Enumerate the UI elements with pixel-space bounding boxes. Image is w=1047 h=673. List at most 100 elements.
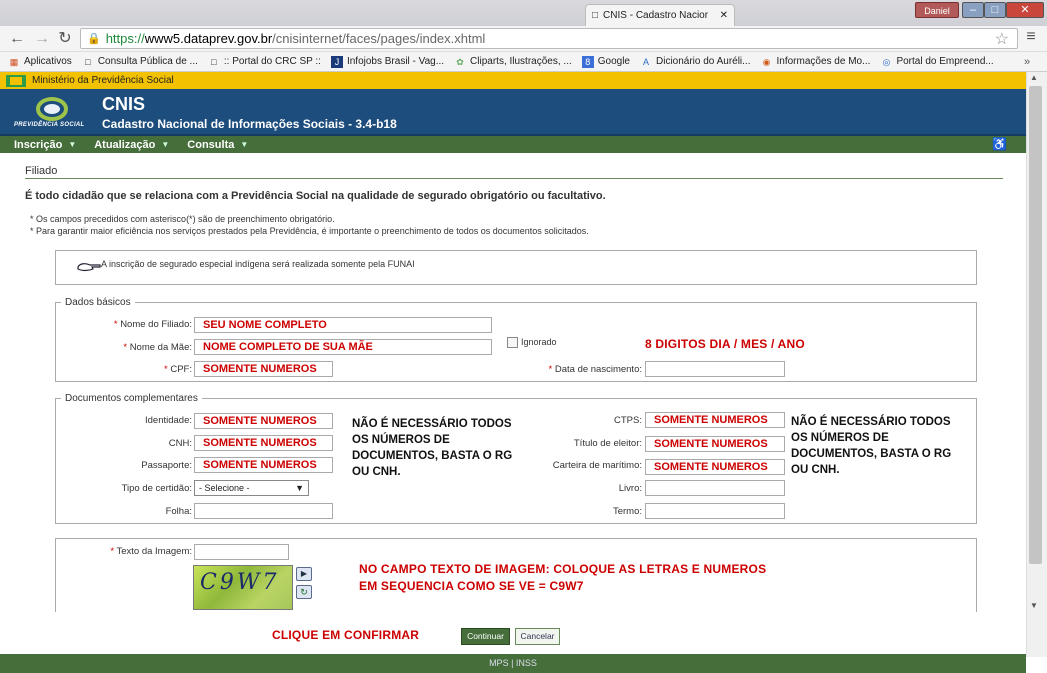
termo-label: Termo: bbox=[612, 506, 642, 517]
captcha-annotation-1: NO CAMPO TEXTO DE IMAGEM: COLOQUE AS LET… bbox=[359, 562, 767, 576]
logo-text: PREVIDÊNCIA SOCIAL bbox=[14, 122, 85, 128]
passaporte-input[interactable]: SOMENTE NUMEROS bbox=[194, 457, 333, 473]
certidao-select[interactable]: - Selecione - ▼ bbox=[194, 480, 309, 496]
documents-note: * Para garantir maior eficiência nos ser… bbox=[30, 226, 589, 236]
bookmark-star-icon[interactable]: ☆ bbox=[995, 29, 1009, 49]
basic-data-legend: Dados básicos bbox=[61, 297, 135, 308]
funai-info-text: A inscrição de segurado especial indígen… bbox=[101, 259, 415, 269]
close-window-icon[interactable]: ✕ bbox=[1006, 2, 1044, 18]
lock-icon: 🔒 bbox=[87, 33, 101, 45]
user-profile-button[interactable]: Daniel bbox=[915, 2, 959, 18]
nome-mae-input[interactable]: NOME COMPLETO DE SUA MÃE bbox=[194, 339, 492, 355]
page-icon: □ bbox=[592, 10, 599, 21]
nascimento-label: * Data de nascimento: bbox=[548, 364, 642, 375]
dropdown-arrow-icon: ▼ bbox=[295, 483, 304, 493]
accessibility-icon[interactable]: ♿ bbox=[992, 137, 1007, 151]
ministry-name: Ministério da Previdência Social bbox=[32, 75, 174, 86]
back-arrow-icon[interactable]: ← bbox=[8, 29, 26, 49]
cpf-input[interactable]: SOMENTE NUMEROS bbox=[194, 361, 333, 377]
ignorado-checkbox[interactable] bbox=[507, 337, 518, 348]
identidade-label: Identidade: bbox=[144, 415, 192, 426]
docs-annotation-right: NÃO É NECESSÁRIO TODOS OS NÚMEROS DE DOCUM… bbox=[791, 416, 952, 476]
main-menu: Inscrição ▼ Atualização ▼ Consulta ▼ bbox=[0, 136, 1026, 153]
forward-arrow-icon[interactable]: → bbox=[33, 29, 51, 49]
captcha-reload-icon[interactable]: ↻ bbox=[296, 585, 312, 599]
confirm-annotation: CLIQUE EM CONFIRMAR bbox=[272, 628, 420, 642]
scrollbar-thumb[interactable] bbox=[1029, 86, 1042, 564]
captcha-input[interactable] bbox=[194, 544, 289, 560]
intro-text: É todo cidadão que se relaciona com a Pr… bbox=[25, 190, 606, 202]
scroll-up-icon[interactable]: ▲ bbox=[1030, 73, 1038, 82]
section-divider bbox=[25, 178, 1003, 179]
bookmark-item[interactable]: J Infojobs Brasil - Vag... bbox=[330, 55, 444, 68]
bookmark-item[interactable]: ◉ Informações de Mo... bbox=[761, 56, 871, 68]
passaporte-label: Passaporte: bbox=[141, 460, 192, 471]
nome-filiado-input[interactable]: SEU NOME COMPLETO bbox=[194, 317, 492, 333]
titulo-eleitor-label: Título de eleitor: bbox=[573, 438, 642, 449]
identidade-input[interactable]: SOMENTE NUMEROS bbox=[194, 413, 333, 429]
required-note: * Os campos precedidos com asterisco(*) … bbox=[30, 214, 335, 224]
browser-tab[interactable]: □ CNIS - Cadastro Nacior ✕ bbox=[585, 4, 735, 26]
cpf-label: * CPF: bbox=[164, 364, 192, 375]
cancel-button[interactable]: Cancelar bbox=[515, 628, 560, 645]
captcha-label: * Texto da Imagem: bbox=[110, 546, 192, 557]
nome-filiado-label: * Nome do Filiado: bbox=[113, 319, 192, 330]
certidao-label: Tipo de certidão: bbox=[121, 483, 192, 494]
reload-icon[interactable]: ↻ bbox=[56, 29, 74, 49]
menu-atualizacao[interactable]: Atualização ▼ bbox=[94, 139, 169, 151]
bookmark-item[interactable]: A Dicionário do Auréli... bbox=[640, 56, 751, 68]
captcha-audio-icon[interactable]: ▶ bbox=[296, 567, 312, 581]
minimize-icon[interactable]: – bbox=[962, 2, 984, 18]
bookmark-item[interactable]: ◎ Portal do Empreend... bbox=[880, 56, 994, 68]
url-path: /cnisinternet/faces/pages/index.xhtml bbox=[272, 31, 486, 46]
browser-menu-icon[interactable]: ≡ bbox=[1022, 28, 1040, 48]
section-title: Filiado bbox=[25, 165, 58, 177]
cnh-label: CNH: bbox=[168, 438, 192, 449]
captcha-annotation-2: EM SEQUENCIA COMO SE VE = C9W7 bbox=[359, 579, 584, 593]
captcha-image-text: C9W7 bbox=[200, 570, 280, 595]
address-bar[interactable]: 🔒 https://www5.dataprev.gov.br/cnisinter… bbox=[80, 28, 1018, 49]
menu-consulta[interactable]: Consulta ▼ bbox=[187, 139, 248, 151]
bookmark-item[interactable]: □:: Portal do CRC SP :: bbox=[208, 56, 321, 68]
documents-legend: Documentos complementares bbox=[61, 393, 202, 404]
maritimo-label: Carteira de marítimo: bbox=[552, 460, 642, 471]
nome-mae-label: * Nome da Mãe: bbox=[123, 342, 192, 353]
brazil-flag-icon bbox=[6, 74, 26, 87]
page-footer: MPS | INSS bbox=[0, 654, 1026, 673]
continue-button[interactable]: Continuar bbox=[461, 628, 510, 645]
livro-label: Livro: bbox=[618, 483, 642, 494]
maritimo-input[interactable]: SOMENTE NUMEROS bbox=[645, 459, 785, 475]
nascimento-input[interactable] bbox=[645, 361, 785, 377]
close-tab-icon[interactable]: ✕ bbox=[720, 10, 728, 21]
scroll-down-icon[interactable]: ▼ bbox=[1030, 601, 1038, 610]
folha-label: Folha: bbox=[165, 506, 192, 517]
chevron-down-icon: ▼ bbox=[161, 140, 170, 149]
bookmark-item[interactable]: ▦ Aplicativos bbox=[8, 56, 72, 68]
bookmark-item[interactable]: ✿ Cliparts, Ilustrações, ... bbox=[454, 56, 571, 68]
menu-inscricao[interactable]: Inscrição ▼ bbox=[14, 139, 76, 151]
url-scheme: https:// bbox=[105, 31, 145, 46]
folha-input[interactable] bbox=[194, 503, 333, 519]
maximize-icon[interactable]: □ bbox=[984, 2, 1006, 18]
more-bookmarks-icon[interactable]: » bbox=[1024, 52, 1030, 72]
ignorado-label: Ignorado bbox=[521, 337, 557, 347]
ctps-label: CTPS: bbox=[614, 415, 642, 426]
date-annotation: 8 DIGITOS DIA / MES / ANO bbox=[645, 337, 805, 351]
chevron-down-icon: ▼ bbox=[240, 140, 249, 149]
bookmarks-bar: ▦ Aplicativos □ Consulta Pública de ... □:… bbox=[0, 52, 1047, 72]
chevron-down-icon: ▼ bbox=[68, 140, 77, 149]
tab-title: CNIS - Cadastro Nacior bbox=[603, 10, 709, 21]
ministry-bar: Ministério da Previdência Social bbox=[0, 72, 1026, 89]
pointing-hand-icon bbox=[77, 263, 101, 272]
app-title: CNIS bbox=[102, 94, 146, 114]
window-titlebar bbox=[0, 0, 1047, 26]
bookmark-item[interactable]: □ Consulta Pública de ... bbox=[82, 56, 198, 68]
url-domain: www5.dataprev.gov.br bbox=[144, 31, 273, 46]
ctps-input[interactable]: SOMENTE NUMEROS bbox=[645, 412, 785, 428]
cnh-input[interactable]: SOMENTE NUMEROS bbox=[194, 435, 333, 451]
livro-input[interactable] bbox=[645, 480, 785, 496]
titulo-eleitor-input[interactable]: SOMENTE NUMEROS bbox=[645, 436, 785, 452]
bookmark-item[interactable]: 8 Google bbox=[581, 55, 630, 68]
app-subtitle: Cadastro Nacional de Informações Sociais… bbox=[102, 117, 397, 131]
termo-input[interactable] bbox=[645, 503, 785, 519]
